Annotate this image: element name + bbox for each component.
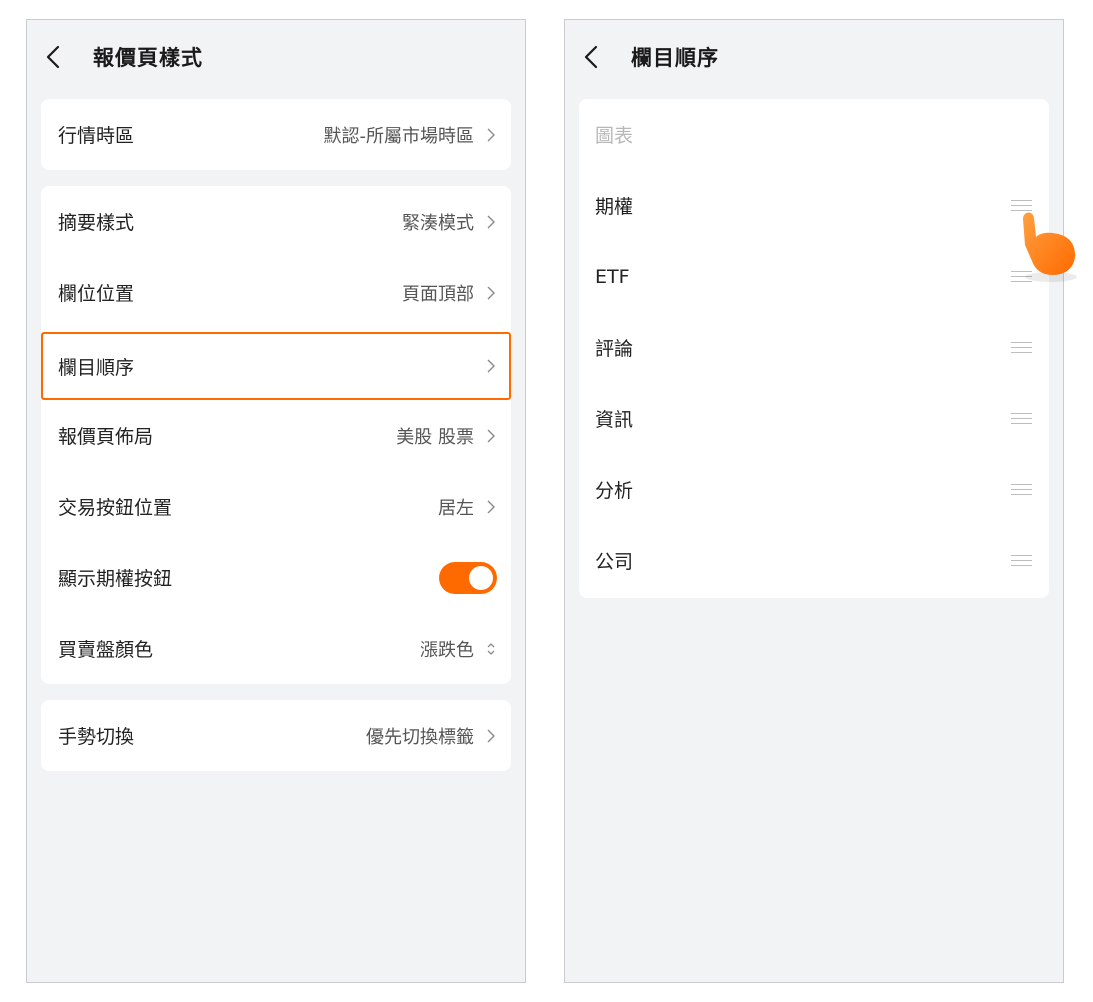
column-item-comments[interactable]: 評論	[579, 312, 1049, 383]
drag-handle-icon[interactable]	[1011, 554, 1032, 567]
show-options-button-row: 顯示期權按鈕	[41, 542, 511, 613]
list-item-label: 期權	[595, 196, 634, 218]
chevron-right-icon	[487, 286, 495, 299]
chevron-right-icon	[487, 359, 495, 373]
list-item-label: 資訊	[595, 409, 634, 431]
summary-style-row[interactable]: 摘要樣式 緊湊模式	[41, 186, 511, 257]
top-bar: 報價頁樣式	[27, 20, 525, 96]
row-value: 頁面頂部	[402, 283, 474, 305]
column-item-analysis[interactable]: 分析	[579, 454, 1049, 525]
market-timezone-row[interactable]: 行情時區 默認-所屬市場時區	[41, 99, 511, 170]
row-value: 居左	[438, 497, 474, 519]
column-list-card: 圖表 期權 ETF 評論 資訊 分析 公司	[579, 99, 1049, 598]
column-item-etf[interactable]: ETF	[579, 241, 1049, 312]
row-label: 欄位位置	[58, 283, 135, 305]
list-item-label: 評論	[595, 338, 634, 360]
order-book-color-row[interactable]: 買賣盤顏色 漲跌色	[41, 613, 511, 684]
column-item-news[interactable]: 資訊	[579, 383, 1049, 454]
row-value: 美股 股票	[396, 426, 474, 448]
field-position-row[interactable]: 欄位位置 頁面頂部	[41, 257, 511, 328]
row-label: 買賣盤顏色	[58, 639, 154, 661]
list-item-label: 分析	[595, 480, 634, 502]
chevron-right-icon	[487, 128, 495, 141]
back-arrow-icon[interactable]	[579, 44, 605, 70]
pointing-hand-icon	[1023, 212, 1077, 282]
trade-button-position-row[interactable]: 交易按鈕位置 居左	[41, 471, 511, 542]
chevron-up-down-icon	[487, 642, 495, 655]
gesture-switch-row[interactable]: 手勢切換 優先切換標籤	[41, 700, 511, 771]
row-label: 手勢切換	[58, 726, 135, 748]
row-label: 顯示期權按鈕	[58, 568, 173, 590]
row-label: 摘要樣式	[58, 212, 135, 234]
row-label: 報價頁佈局	[58, 426, 154, 448]
market-timezone-card: 行情時區 默認-所屬市場時區	[41, 99, 511, 170]
top-bar: 欄目順序	[565, 20, 1063, 96]
chevron-right-icon	[487, 729, 495, 742]
chevron-right-icon	[487, 429, 495, 442]
list-item-label: 圖表	[595, 125, 634, 147]
chevron-right-icon	[487, 500, 495, 513]
row-label: 行情時區	[58, 125, 135, 147]
row-value: 緊湊模式	[402, 212, 474, 234]
column-item-company[interactable]: 公司	[579, 525, 1049, 596]
settings-card: 摘要樣式 緊湊模式 欄位位置 頁面頂部 欄目順序 報價頁佈局 美股 股票 交易按…	[41, 186, 511, 684]
drag-handle-icon[interactable]	[1011, 412, 1032, 425]
row-label: 欄目順序	[58, 356, 135, 379]
list-item-label: 公司	[595, 551, 634, 573]
drag-handle-icon[interactable]	[1011, 341, 1032, 354]
row-value: 優先切換標籤	[366, 726, 474, 748]
quote-layout-row[interactable]: 報價頁佈局 美股 股票	[41, 400, 511, 471]
column-item-options[interactable]: 期權	[579, 170, 1049, 241]
row-value: 默認-所屬市場時區	[323, 125, 475, 147]
page-title: 欄目順序	[631, 46, 719, 70]
column-item-chart: 圖表	[579, 99, 1049, 170]
gesture-card: 手勢切換 優先切換標籤	[41, 700, 511, 771]
drag-handle-icon[interactable]	[1011, 483, 1032, 496]
row-value: 漲跌色	[420, 639, 474, 661]
chevron-right-icon	[487, 215, 495, 228]
quote-page-style-screen: 報價頁樣式 行情時區 默認-所屬市場時區 摘要樣式 緊湊模式 欄位位置 頁面頂部…	[26, 19, 526, 983]
row-label: 交易按鈕位置	[58, 497, 173, 519]
column-order-screen: 欄目順序 圖表 期權 ETF 評論 資訊 分析 公司	[564, 19, 1064, 983]
list-item-label: ETF	[595, 265, 630, 288]
page-title: 報價頁樣式	[93, 46, 203, 70]
options-button-toggle[interactable]	[439, 561, 497, 594]
back-arrow-icon[interactable]	[41, 44, 67, 70]
column-order-row[interactable]: 欄目順序	[41, 332, 511, 400]
toggle-knob	[469, 565, 493, 590]
